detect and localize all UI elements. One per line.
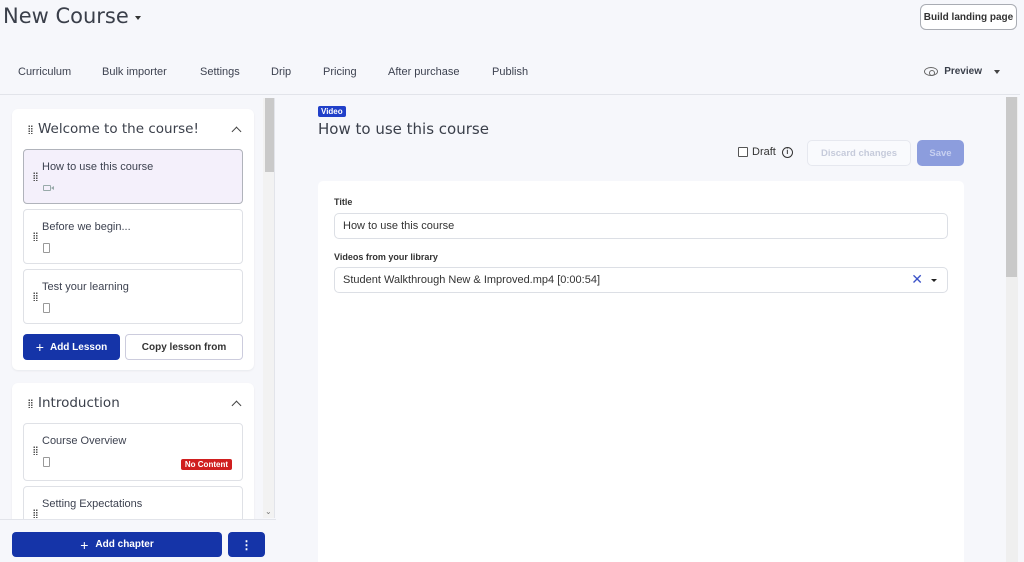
plus-icon: +: [35, 339, 44, 355]
lesson-title: Before we begin...: [42, 221, 131, 233]
left-footer: + Add chapter ⋮: [0, 519, 276, 562]
tab-after-purchase[interactable]: After purchase: [388, 66, 460, 78]
draft-toggle[interactable]: Draft i: [738, 146, 793, 158]
lesson-title-heading: How to use this course: [318, 120, 489, 138]
drag-handle-icon[interactable]: [33, 172, 38, 181]
drag-handle-icon[interactable]: [33, 446, 38, 455]
document-icon: [43, 243, 50, 255]
lesson-item[interactable]: How to use this course: [23, 149, 243, 204]
add-lesson-label: Add Lesson: [49, 341, 108, 353]
lesson-title: Test your learning: [42, 281, 129, 293]
lesson-title: Setting Expectations: [42, 498, 143, 510]
drag-handle-icon[interactable]: [33, 232, 38, 241]
quiz-icon: [43, 303, 50, 315]
video-library-select[interactable]: Student Walkthrough New & Improved.mp4 […: [334, 267, 948, 293]
more-options-button[interactable]: ⋮: [228, 532, 265, 557]
plus-icon: +: [80, 536, 89, 553]
eye-icon: [924, 67, 939, 76]
drag-handle-icon[interactable]: [33, 509, 38, 518]
lesson-title: Course Overview: [42, 435, 127, 447]
tab-curriculum[interactable]: Curriculum: [18, 66, 71, 78]
chapter-header[interactable]: Introduction: [12, 383, 254, 423]
chapter-title: Introduction: [38, 395, 120, 411]
chevron-up-icon[interactable]: [231, 400, 242, 410]
chevron-up-icon[interactable]: [231, 126, 242, 136]
drag-handle-icon[interactable]: [28, 124, 33, 134]
chapter-header[interactable]: Welcome to the course!: [12, 109, 254, 149]
title-label: Title: [334, 197, 353, 207]
lesson-type-badge: Video: [318, 106, 346, 117]
info-icon[interactable]: i: [781, 146, 793, 158]
draft-label: Draft: [752, 146, 776, 158]
video-icon: [43, 183, 54, 193]
tab-settings[interactable]: Settings: [200, 66, 240, 78]
lesson-item[interactable]: Setting Expectations: [23, 486, 243, 523]
chapter-title: Welcome to the course!: [38, 121, 199, 137]
course-title-text: New Course: [3, 4, 129, 28]
drag-handle-icon[interactable]: [28, 398, 33, 408]
caret-down-icon: [134, 15, 141, 20]
tab-drip[interactable]: Drip: [271, 66, 291, 78]
preview-button[interactable]: Preview: [924, 66, 1000, 77]
chapter-card: Introduction Course Overview No Content …: [12, 383, 254, 523]
tab-pricing[interactable]: Pricing: [323, 66, 357, 78]
copy-lesson-button[interactable]: Copy lesson from: [125, 334, 243, 360]
add-chapter-label: Add chapter: [95, 539, 154, 550]
caret-down-icon: [994, 69, 1000, 74]
page-title[interactable]: New Course: [3, 4, 141, 28]
chevron-down-icon[interactable]: ⌄: [265, 507, 272, 516]
discard-changes-button[interactable]: Discard changes: [807, 140, 911, 166]
document-icon: [43, 457, 50, 469]
scrollbar-thumb[interactable]: [1006, 97, 1017, 277]
lesson-item[interactable]: Test your learning: [23, 269, 243, 324]
lesson-editor-card: Title How to use this course Videos from…: [318, 181, 964, 562]
main-scrollbar[interactable]: [1006, 97, 1018, 562]
scrollbar-thumb[interactable]: [265, 98, 274, 172]
video-select-value: Student Walkthrough New & Improved.mp4 […: [343, 274, 601, 286]
lesson-item[interactable]: Before we begin...: [23, 209, 243, 264]
build-landing-page-button[interactable]: Build landing page: [920, 4, 1017, 30]
add-lesson-button[interactable]: + Add Lesson: [23, 334, 120, 360]
video-library-label: Videos from your library: [334, 252, 438, 262]
title-input[interactable]: How to use this course: [334, 213, 948, 239]
save-button[interactable]: Save: [917, 140, 964, 166]
tab-publish[interactable]: Publish: [492, 66, 528, 78]
draft-checkbox[interactable]: [738, 147, 748, 157]
add-chapter-button[interactable]: + Add chapter: [12, 532, 222, 557]
left-scrollbar[interactable]: ⌄: [263, 98, 275, 518]
chapter-card: Welcome to the course! How to use this c…: [12, 109, 254, 370]
lesson-item[interactable]: Course Overview No Content: [23, 423, 243, 481]
caret-down-icon[interactable]: [931, 279, 937, 282]
lesson-title: How to use this course: [42, 161, 154, 173]
tab-bulk-importer[interactable]: Bulk importer: [102, 66, 167, 78]
curriculum-panel: Welcome to the course! How to use this c…: [0, 96, 276, 562]
no-content-badge: No Content: [180, 459, 232, 470]
clear-icon[interactable]: ✕: [911, 271, 923, 288]
preview-label: Preview: [944, 66, 982, 77]
drag-handle-icon[interactable]: [33, 292, 38, 301]
tab-bar: Curriculum Bulk importer Settings Drip P…: [0, 60, 1020, 95]
